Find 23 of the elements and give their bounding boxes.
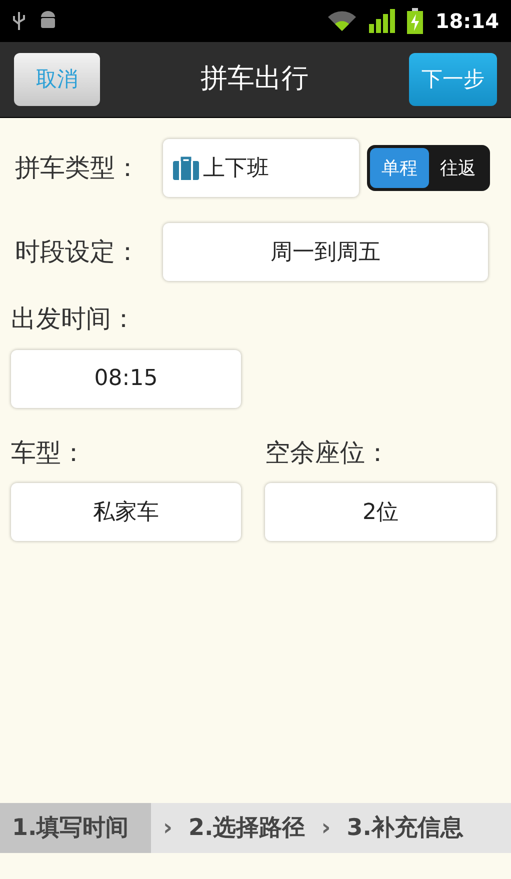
vehicle-field[interactable]: 私家车 bbox=[11, 483, 241, 541]
field-label: 出发时间： bbox=[11, 304, 136, 333]
step-tab[interactable]: 2.选择路径 bbox=[184, 803, 310, 853]
segment-option[interactable]: 往返 bbox=[428, 148, 487, 188]
chevron: › bbox=[320, 814, 332, 843]
field-label: 空余座位： bbox=[265, 436, 391, 468]
trip-type-field[interactable]: 上下班 bbox=[163, 139, 359, 197]
signal-icon bbox=[369, 9, 396, 33]
period-field[interactable]: 周一到周五 bbox=[163, 223, 488, 281]
departure-time-field[interactable]: 08:15 bbox=[11, 350, 241, 408]
briefcase-icon bbox=[173, 156, 199, 180]
field-label: 时段设定： bbox=[15, 237, 140, 266]
step-tab[interactable]: 3.补充信息 bbox=[342, 803, 468, 853]
chevron: › bbox=[162, 814, 174, 843]
step-tab[interactable]: 1.填写时间 bbox=[0, 803, 151, 853]
wifi-icon bbox=[327, 9, 358, 33]
usb-icon bbox=[12, 10, 26, 32]
field-label: 车型： bbox=[11, 436, 87, 468]
seats-field[interactable]: 2位 bbox=[265, 483, 496, 541]
battery-icon bbox=[407, 8, 424, 34]
field-label: 拼车类型： bbox=[15, 153, 140, 182]
window-title: 拼车出行 bbox=[200, 62, 308, 96]
clock: 18:14 bbox=[435, 8, 499, 35]
